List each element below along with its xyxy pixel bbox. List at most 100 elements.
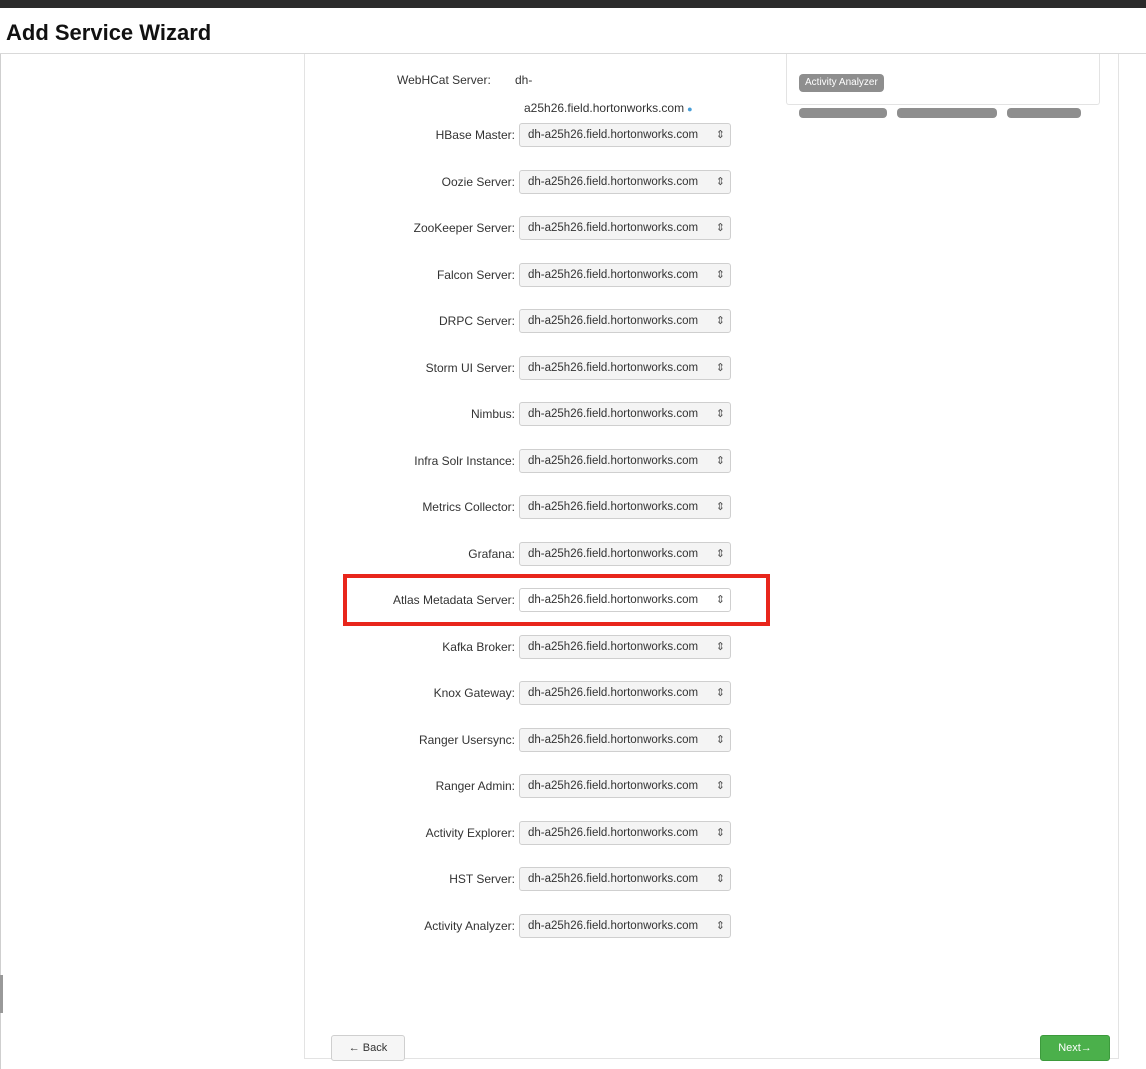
component-label: Ranger Admin: xyxy=(435,779,515,793)
assignment-row: Knox Gateway: dh-a25h26.field.hortonworks… xyxy=(304,681,774,705)
component-label: Nimbus: xyxy=(470,407,515,421)
updown-caret-icon: ⇕ xyxy=(715,315,725,327)
host-select[interactable]: dh-a25h26.field.hortonworks.com ⇕ xyxy=(519,774,731,798)
assignment-row: Activity Explorer: dh-a25h26.field.horton… xyxy=(304,821,774,845)
updown-caret-icon: ⇕ xyxy=(715,362,725,374)
component-label: Activity Explorer: xyxy=(425,826,515,840)
host-select-value: dh-a25h26.field.hortonworks.com xyxy=(528,408,699,420)
host-select[interactable]: dh-a25h26.field.hortonworks.com ⇕ xyxy=(519,123,731,147)
host-select-value: dh-a25h26.field.hortonworks.com xyxy=(528,315,699,327)
component-label: Ranger Usersync: xyxy=(418,733,515,747)
back-button[interactable]: ← Back xyxy=(331,1035,405,1061)
component-label: Kafka Broker: xyxy=(442,640,515,654)
component-chip xyxy=(897,108,997,118)
updown-caret-icon: ⇕ xyxy=(715,501,725,513)
updown-caret-icon: ⇕ xyxy=(715,641,725,653)
component-label: Knox Gateway: xyxy=(433,686,515,700)
assignment-row: HST Server: dh-a25h26.field.hortonworks.c… xyxy=(304,867,774,891)
host-select[interactable]: dh-a25h26.field.hortonworks.com ⇕ xyxy=(519,728,731,752)
updown-caret-icon: ⇕ xyxy=(715,408,725,420)
host-select[interactable]: dh-a25h26.field.hortonworks.com ⇕ xyxy=(519,495,731,519)
assignment-row: Ranger Usersync: dh-a25h26.field.hortonwo… xyxy=(304,728,774,752)
host-select-value: dh-a25h26.field.hortonworks.com xyxy=(528,780,699,792)
webhcat-server-value: dh- xyxy=(515,73,533,87)
host-select-value: dh-a25h26.field.hortonworks.com xyxy=(528,455,699,467)
component-label: Storm UI Server: xyxy=(425,361,515,375)
host-select-value: dh-a25h26.field.hortonworks.com xyxy=(528,687,699,699)
updown-caret-icon: ⇕ xyxy=(715,176,725,188)
component-label: DRPC Server: xyxy=(438,314,515,328)
host-select[interactable]: dh-a25h26.field.hortonworks.com ⇕ xyxy=(519,681,731,705)
assignment-row: Kafka Broker: dh-a25h26.field.hortonworks… xyxy=(304,635,774,659)
host-select[interactable]: dh-a25h26.field.hortonworks.com ⇕ xyxy=(519,914,731,938)
assignment-row: Storm UI Server: dh-a25h26.field.hortonwo… xyxy=(304,356,774,380)
assignment-row: Oozie Server: dh-a25h26.field.hortonworks… xyxy=(304,170,774,194)
updown-caret-icon: ⇕ xyxy=(715,920,725,932)
host-select-value: dh-a25h26.field.hortonworks.com xyxy=(528,362,699,374)
scrollbar-thumb[interactable] xyxy=(0,975,3,1013)
next-button[interactable]: Next→ xyxy=(1040,1035,1110,1061)
component-label: Activity Analyzer: xyxy=(424,919,515,933)
webhcat-host-text: a25h26.field.hortonworks.com xyxy=(524,101,685,115)
updown-caret-icon: ⇕ xyxy=(715,873,725,885)
assignment-row: Metrics Collector: dh-a25h26.field.horton… xyxy=(304,495,774,519)
assignment-row: HBase Master: dh-a25h26.field.hortonworks… xyxy=(304,123,774,147)
assignment-row: Ranger Admin: dh-a25h26.field.hortonworks… xyxy=(304,774,774,798)
updown-caret-icon: ⇕ xyxy=(715,687,725,699)
host-select[interactable]: dh-a25h26.field.hortonworks.com ⇕ xyxy=(519,170,731,194)
host-select[interactable]: dh-a25h26.field.hortonworks.com ⇕ xyxy=(519,216,731,240)
host-select[interactable]: dh-a25h26.field.hortonworks.com ⇕ xyxy=(519,356,731,380)
host-select[interactable]: dh-a25h26.field.hortonworks.com ⇕ xyxy=(519,542,731,566)
host-select[interactable]: dh-a25h26.field.hortonworks.com ⇕ xyxy=(519,309,731,333)
host-select-value: dh-a25h26.field.hortonworks.com xyxy=(528,548,699,560)
component-label: ZooKeeper Server: xyxy=(413,221,515,235)
updown-caret-icon: ⇕ xyxy=(715,548,725,560)
component-label: Metrics Collector: xyxy=(422,500,515,514)
updown-caret-icon: ⇕ xyxy=(715,780,725,792)
host-select[interactable]: dh-a25h26.field.hortonworks.com ⇕ xyxy=(519,821,731,845)
host-select-value: dh-a25h26.field.hortonworks.com xyxy=(528,827,699,839)
host-select[interactable]: dh-a25h26.field.hortonworks.com ⇕ xyxy=(519,263,731,287)
assignment-row: Nimbus: dh-a25h26.field.hortonworks.com ⇕ xyxy=(304,402,774,426)
updown-caret-icon: ⇕ xyxy=(715,222,725,234)
assignment-row: Falcon Server: dh-a25h26.field.hortonwork… xyxy=(304,263,774,287)
host-select-value: dh-a25h26.field.hortonworks.com xyxy=(528,129,699,141)
host-select[interactable]: dh-a25h26.field.hortonworks.com ⇕ xyxy=(519,867,731,891)
host-select-value: dh-a25h26.field.hortonworks.com xyxy=(528,176,699,188)
host-select[interactable]: dh-a25h26.field.hortonworks.com ⇕ xyxy=(519,402,731,426)
assignment-row: Activity Analyzer: dh-a25h26.field.horton… xyxy=(304,914,774,938)
updown-caret-icon: ⇕ xyxy=(715,129,725,141)
wizard-title: Add Service Wizard xyxy=(6,20,212,45)
left-edge-border xyxy=(0,54,1,1069)
assignment-row: Grafana: dh-a25h26.field.hortonworks.com ⇕ xyxy=(304,542,774,566)
host-select-value: dh-a25h26.field.hortonworks.com xyxy=(528,269,699,281)
component-label: HBase Master: xyxy=(435,128,515,142)
host-select-value: dh-a25h26.field.hortonworks.com xyxy=(528,222,699,234)
host-select-value: dh-a25h26.field.hortonworks.com xyxy=(528,920,699,932)
host-select-value: dh-a25h26.field.hortonworks.com xyxy=(528,873,699,885)
updown-caret-icon: ⇕ xyxy=(715,827,725,839)
component-label: Infra Solr Instance: xyxy=(414,454,515,468)
window-top-bar xyxy=(0,0,1146,8)
host-select[interactable]: dh-a25h26.field.hortonworks.com ⇕ xyxy=(519,449,731,473)
host-select[interactable]: dh-a25h26.field.hortonworks.com ⇕ xyxy=(519,635,731,659)
highlight-box xyxy=(343,574,770,626)
assignment-row: Infra Solr Instance: dh-a25h26.field.hort… xyxy=(304,449,774,473)
component-label: Falcon Server: xyxy=(436,268,515,282)
assignment-row: ZooKeeper Server: dh-a25h26.field.hortonw… xyxy=(304,216,774,240)
updown-caret-icon: ⇕ xyxy=(715,455,725,467)
host-select-value: dh-a25h26.field.hortonworks.com xyxy=(528,641,699,653)
webhcat-server-label: WebHCat Server: xyxy=(397,73,491,87)
component-label: Grafana: xyxy=(468,547,515,561)
host-select-value: dh-a25h26.field.hortonworks.com xyxy=(528,501,699,513)
component-label: Oozie Server: xyxy=(441,175,515,189)
host-select-value: dh-a25h26.field.hortonworks.com xyxy=(528,734,699,746)
assignment-row: DRPC Server: dh-a25h26.field.hortonworks.… xyxy=(304,309,774,333)
component-chip xyxy=(799,108,887,118)
component-chip-activity-analyzer: Activity Analyzer xyxy=(799,74,884,92)
info-dot-icon: ● xyxy=(687,104,693,114)
webhcat-server-value-cont: a25h26.field.hortonworks.com ● xyxy=(524,101,693,115)
updown-caret-icon: ⇕ xyxy=(715,269,725,281)
component-chip xyxy=(1007,108,1081,118)
component-label: HST Server: xyxy=(449,872,515,886)
